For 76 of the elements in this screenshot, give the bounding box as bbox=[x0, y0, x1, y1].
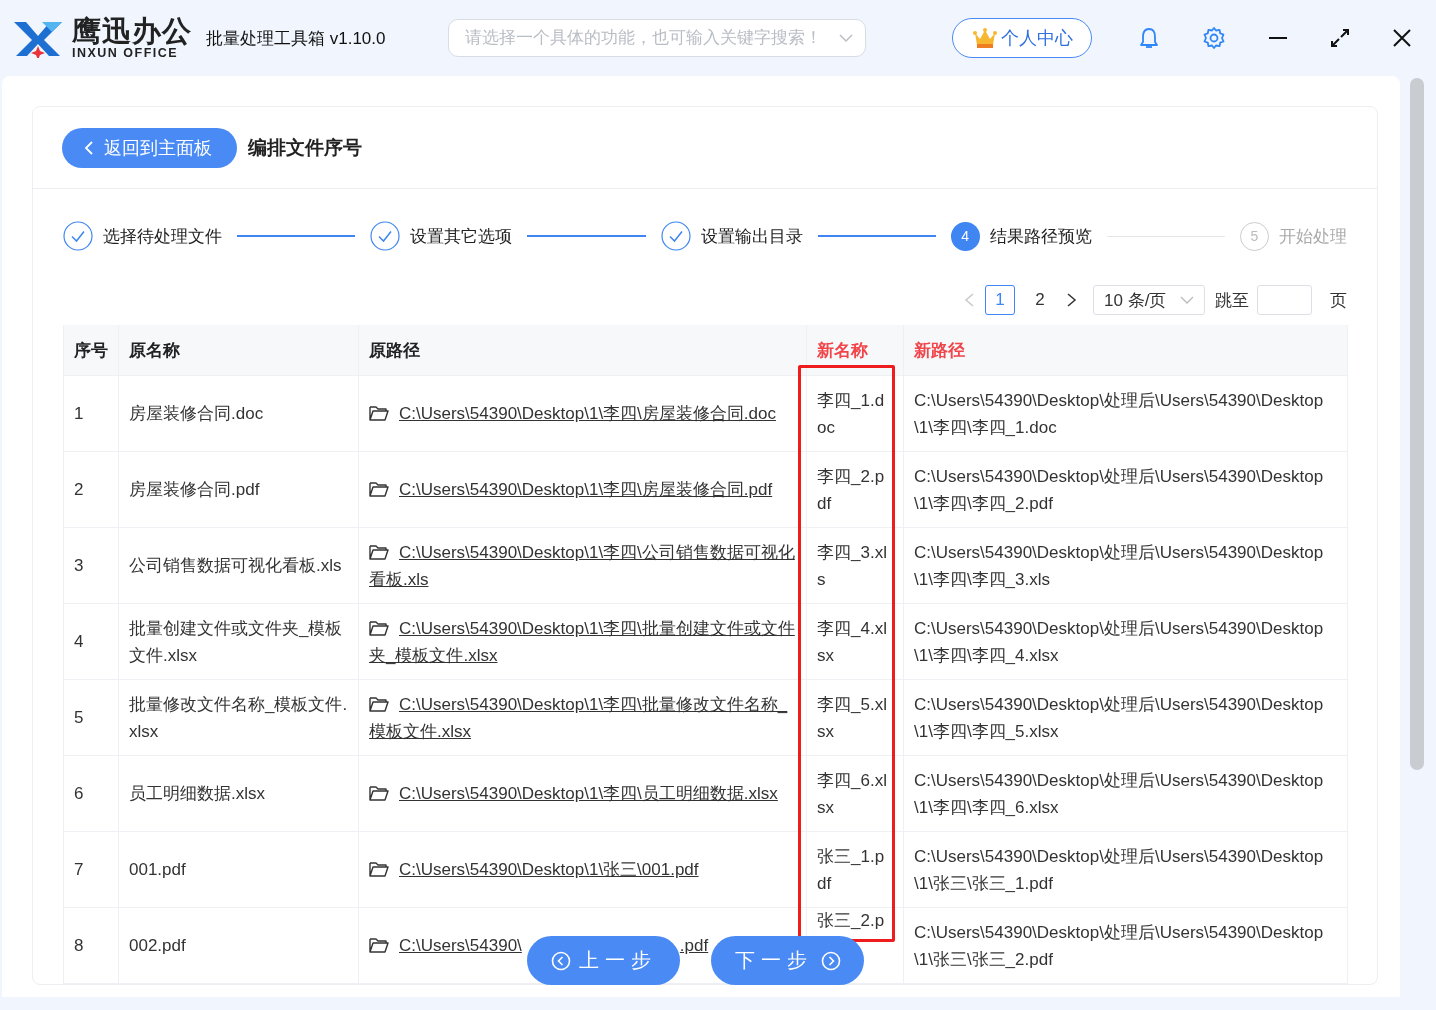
chevron-down-icon bbox=[838, 33, 853, 43]
folder-icon bbox=[369, 937, 389, 953]
table-cell: 李四_5.xlsx bbox=[806, 679, 904, 756]
search-field[interactable]: 请选择一个具体的功能，也可输入关键字搜索！ bbox=[447, 19, 866, 57]
crown-icon bbox=[972, 27, 997, 49]
path-link[interactable]: .pdf bbox=[679, 936, 709, 955]
step-label: 选择待处理文件 bbox=[103, 225, 222, 248]
table-cell: 批量修改文件名称_模板文件.xlsx bbox=[118, 679, 359, 756]
table-cell: C:\Users\54390\Desktop\处理后\Users\54390\Desktop\1\李四\李四_1.doc bbox=[903, 375, 1348, 452]
table-cell: C:\Users\54390\Desktop\处理后\Users\54390\Desktop\1\李四\李四_3.xls bbox=[903, 527, 1348, 604]
table-cell: C:\Users\54390\Desktop\处理后\Users\54390\Desktop\1\李四\李四_2.pdf bbox=[903, 451, 1348, 528]
page-button[interactable]: 1 bbox=[985, 285, 1015, 315]
table-cell: 张三_1.pdf bbox=[806, 831, 904, 908]
table-cell: 8 bbox=[63, 907, 119, 984]
chevron-right-icon[interactable] bbox=[1065, 292, 1077, 308]
folder-icon bbox=[369, 543, 389, 560]
page-button[interactable]: 2 bbox=[1025, 285, 1055, 315]
close-icon[interactable] bbox=[1391, 28, 1412, 48]
table-cell: 3 bbox=[63, 527, 119, 604]
app-title: 批量处理工具箱 v1.10.0 bbox=[206, 27, 386, 50]
table-cell: 2 bbox=[63, 451, 119, 528]
step-label: 结果路径预览 bbox=[989, 225, 1092, 248]
table-cell: 员工明细数据.xlsx bbox=[118, 755, 359, 832]
table-cell: 7 bbox=[63, 831, 119, 908]
circle-chevron-left-icon bbox=[550, 950, 571, 971]
table-cell: 001.pdf bbox=[118, 831, 359, 908]
column-header: 新名称 bbox=[806, 325, 904, 376]
folder-icon bbox=[369, 695, 389, 712]
settings-icon[interactable] bbox=[1201, 26, 1226, 50]
folder-icon bbox=[369, 619, 389, 636]
folder-icon bbox=[369, 861, 389, 877]
chevron-left-icon bbox=[84, 139, 94, 156]
table-cell: 公司销售数据可视化看板.xls bbox=[118, 527, 359, 604]
folder-icon bbox=[369, 785, 389, 801]
step-label: 设置输出目录 bbox=[700, 225, 803, 248]
page-size-select[interactable]: 10 条/页 bbox=[1093, 285, 1205, 315]
table-cell: 李四_2.pdf bbox=[806, 451, 904, 528]
bell-icon[interactable] bbox=[1137, 26, 1160, 50]
table-cell: C:\Users\54390\Desktop\处理后\Users\54390\Desktop\1\李四\李四_6.xlsx bbox=[903, 755, 1348, 832]
table-cell: 房屋装修合同.doc bbox=[118, 375, 359, 452]
table-cell: 5 bbox=[63, 679, 119, 756]
brand-subtitle: INXUN OFFICE bbox=[72, 46, 180, 60]
table-cell: 李四_3.xls bbox=[806, 527, 904, 604]
brand-name: 鹰迅办公 bbox=[72, 16, 192, 46]
table-cell: 批量创建文件或文件夹_模板文件.xlsx bbox=[118, 603, 359, 680]
column-header: 新路径 bbox=[903, 325, 1348, 376]
step-label: 开始处理 bbox=[1279, 225, 1347, 248]
page-input[interactable] bbox=[1257, 285, 1312, 315]
table-cell: 4 bbox=[63, 603, 119, 680]
account-button[interactable]: 个人中心 bbox=[951, 18, 1092, 58]
table-cell: C:\Users\54390\Desktop\处理后\Users\54390\Desktop\1\张三\张三_2.pdf bbox=[903, 907, 1348, 984]
table-cell: 002.pdf bbox=[118, 907, 359, 984]
circle-chevron-right-icon bbox=[820, 950, 841, 971]
table-cell: 1 bbox=[63, 375, 119, 452]
column-header: 原名称 bbox=[118, 325, 359, 376]
column-header: 原路径 bbox=[358, 325, 807, 376]
jump-label: 跳至 bbox=[1215, 289, 1249, 312]
table-cell: C:\Users\54390\Desktop\处理后\Users\54390\Desktop\1\李四\李四_5.xlsx bbox=[903, 679, 1348, 756]
step-label: 设置其它选项 bbox=[410, 225, 513, 248]
table-cell: 李四_6.xlsx bbox=[806, 755, 904, 832]
table-cell: C:\Users\54390\Desktop\处理后\Users\54390\Desktop\1\张三\张三_1.pdf bbox=[903, 831, 1348, 908]
column-header: 序号 bbox=[63, 325, 119, 376]
table-cell: 李四_1.doc bbox=[806, 375, 904, 452]
table-cell: 李四_4.xlsx bbox=[806, 603, 904, 680]
step-number: 4 bbox=[950, 221, 980, 251]
table-cell: C:\Users\54390\Desktop\处理后\Users\54390\Desktop\1\李四\李四_4.xlsx bbox=[903, 603, 1348, 680]
folder-icon bbox=[369, 481, 389, 497]
table-cell: 6 bbox=[63, 755, 119, 832]
folder-icon bbox=[369, 405, 389, 421]
chevron-down-icon bbox=[1180, 295, 1194, 305]
scrollbar[interactable] bbox=[1410, 78, 1424, 770]
page-title: 编排文件序号 bbox=[248, 135, 362, 160]
page-suffix: 页 bbox=[1330, 289, 1347, 312]
table-cell: 房屋装修合同.pdf bbox=[118, 451, 359, 528]
path-link[interactable]: C:\Users\54390\ bbox=[399, 936, 522, 955]
expand-icon[interactable] bbox=[1329, 28, 1350, 48]
